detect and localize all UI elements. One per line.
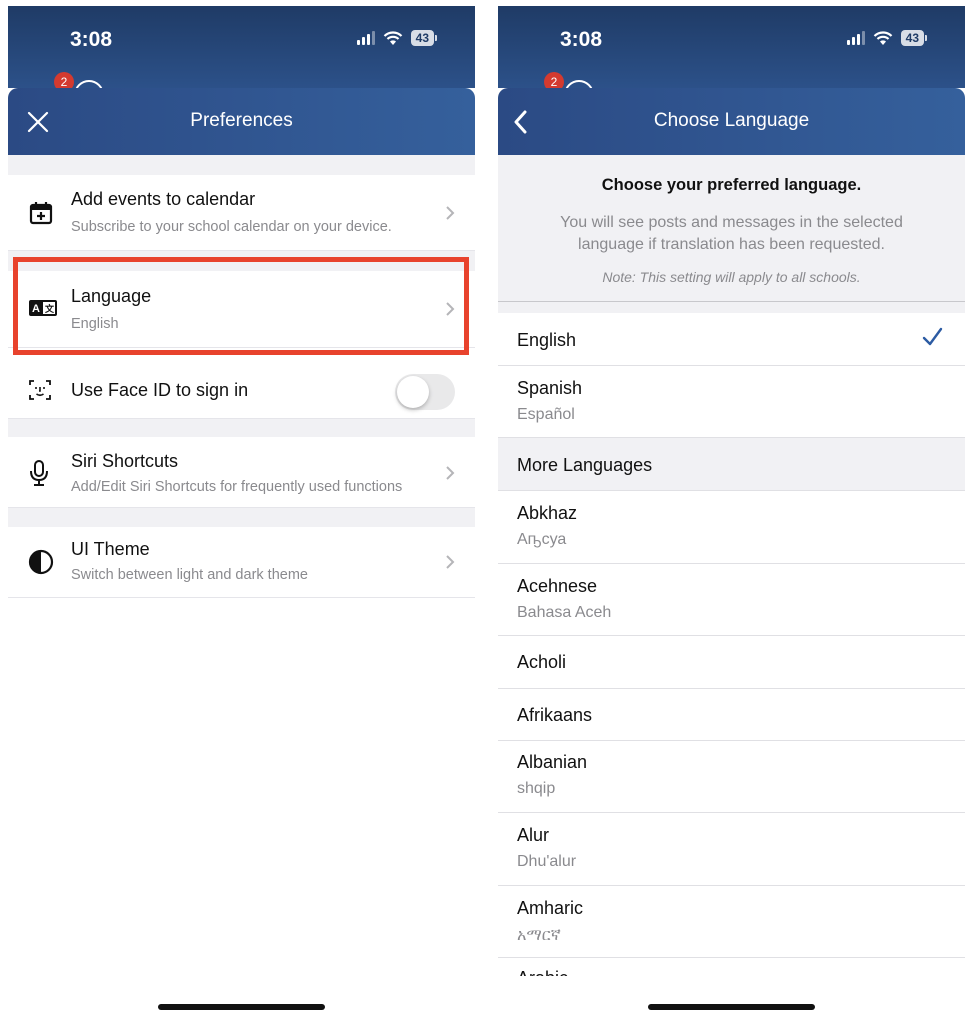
language-native-name: አማርኛ: [517, 925, 561, 944]
status-icons: 43: [846, 30, 927, 46]
face-id-icon: [29, 380, 51, 400]
language-intro: Choose your preferred language. You will…: [498, 155, 965, 302]
highlight-box: [13, 257, 469, 355]
language-option-spanish[interactable]: Spanish Español: [498, 366, 965, 438]
wifi-icon: [383, 30, 403, 46]
home-indicator: [648, 1004, 815, 1010]
language-option-abkhaz[interactable]: Abkhaz Аҧсуа: [498, 491, 965, 564]
language-name: Alur: [517, 825, 550, 845]
status-bar: 3:08 43 2: [498, 6, 965, 110]
chevron-right-icon: [446, 466, 455, 480]
wifi-icon: [873, 30, 893, 46]
battery-level: 43: [410, 30, 434, 46]
chevron-right-icon: [446, 555, 455, 569]
language-name: Albanian: [517, 752, 588, 772]
language-option-acholi[interactable]: Acholi: [498, 636, 965, 689]
signal-icon: [356, 31, 375, 45]
preferences-screen: 3:08 43 2 Preferences Add events to cale…: [8, 6, 475, 1024]
language-option-english[interactable]: English: [498, 313, 965, 366]
language-option-alur[interactable]: Alur Dhu'alur: [498, 813, 965, 886]
microphone-icon: [30, 460, 48, 486]
siri-row-title: Siri Shortcuts: [71, 451, 179, 471]
face-id-row-title: Use Face ID to sign in: [71, 380, 249, 400]
choose-language-screen: 3:08 43 2 Choose Language Choose your pr…: [498, 6, 965, 1024]
contrast-icon: [28, 549, 54, 575]
more-languages-header: More Languages: [498, 438, 965, 491]
nav-bar: Choose Language: [498, 88, 965, 155]
divider: [8, 508, 475, 527]
status-time: 3:08: [560, 28, 603, 51]
status-icons: 43: [356, 30, 437, 46]
section-title: More Languages: [517, 455, 653, 475]
siri-row-subtitle: Add/Edit Siri Shortcuts for frequently u…: [71, 479, 403, 495]
calendar-add-icon: [29, 202, 53, 225]
intro-note: Note: This setting will apply to all sch…: [602, 269, 861, 285]
language-name: Acholi: [517, 652, 567, 672]
divider: [8, 155, 475, 175]
language-name: Acehnese: [517, 576, 598, 596]
theme-row-title: UI Theme: [71, 539, 150, 559]
language-option-afrikaans[interactable]: Afrikaans: [498, 689, 965, 741]
page-title: Preferences: [190, 110, 293, 131]
battery-icon: 43: [410, 30, 437, 46]
status-bar: 3:08 43 2: [8, 6, 475, 110]
add-events-to-calendar-row[interactable]: Add events to calendar Subscribe to your…: [8, 175, 475, 251]
language-native-name: Аҧсуа: [517, 531, 567, 548]
language-name: Afrikaans: [517, 705, 593, 725]
battery-icon: 43: [900, 30, 927, 46]
nav-bar: Preferences: [8, 88, 475, 155]
siri-shortcuts-row[interactable]: Siri Shortcuts Add/Edit Siri Shortcuts f…: [8, 437, 475, 508]
language-name: Spanish: [517, 378, 583, 398]
battery-level: 43: [900, 30, 924, 46]
signal-icon: [846, 31, 865, 45]
language-name: Abkhaz: [517, 503, 578, 523]
home-indicator: [158, 1004, 325, 1010]
chevron-right-icon: [446, 206, 455, 220]
language-name: Amharic: [517, 898, 584, 918]
checkmark-icon: [922, 327, 943, 346]
language-native-name: shqip: [517, 780, 556, 797]
language-name: Arabic: [517, 968, 568, 976]
divider: [498, 302, 965, 313]
intro-heading: Choose your preferred language.: [601, 176, 862, 194]
toggle-knob: [397, 376, 429, 408]
intro-body: You will see posts and messages in the s…: [560, 214, 903, 253]
language-name: English: [517, 330, 577, 350]
language-native-name: Dhu'alur: [517, 853, 577, 870]
theme-row-subtitle: Switch between light and dark theme: [71, 567, 308, 583]
page-title: Choose Language: [653, 110, 810, 131]
status-time: 3:08: [70, 28, 113, 51]
ui-theme-row[interactable]: UI Theme Switch between light and dark t…: [8, 527, 475, 598]
bottom-safe-area: [498, 976, 965, 1024]
calendar-row-subtitle: Subscribe to your school calendar on you…: [71, 219, 392, 235]
language-native-name: Bahasa Aceh: [517, 604, 612, 621]
language-option-arabic[interactable]: Arabic: [498, 958, 965, 976]
language-option-acehnese[interactable]: Acehnese Bahasa Aceh: [498, 564, 965, 636]
calendar-row-title: Add events to calendar: [71, 189, 256, 209]
language-native-name: Español: [517, 406, 575, 423]
face-id-toggle[interactable]: [395, 374, 455, 410]
language-option-albanian[interactable]: Albanian shqip: [498, 741, 965, 813]
divider: [8, 419, 475, 437]
language-option-amharic[interactable]: Amharic አማርኛ: [498, 886, 965, 958]
